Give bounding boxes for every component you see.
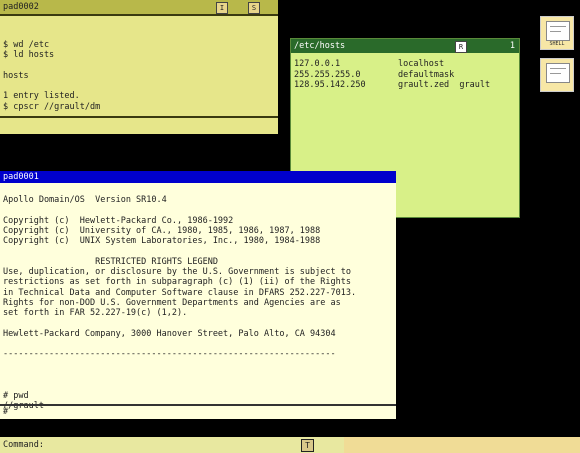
output-area [344, 437, 580, 453]
transcript-line: 1 entry listed. [3, 91, 80, 102]
transcript-line [3, 370, 356, 380]
transcript-line [3, 61, 100, 71]
transcript-line: # pwd [3, 390, 29, 401]
transcript-line: $ cpscr //grault/dm [3, 101, 101, 112]
transcript-line: Copyright (c) University of CA., 1980, 1… [3, 225, 321, 236]
transcript-line: RESTRICTED RIGHTS LEGEND [3, 256, 218, 267]
transcript-line: ----------------------------------------… [3, 349, 336, 360]
transcript-line: //grault [3, 401, 356, 411]
hosts-row: 255.255.255.0 defaultmask [294, 69, 454, 80]
host-names: grault.zed grault [398, 80, 491, 90]
transcript-line: Copyright (c) Hewlett-Packard Co., 1986-… [3, 215, 234, 226]
transcript-line: Rights for non-DOD U.S. Government Depar… [3, 297, 341, 308]
pad0001-window[interactable]: pad0001 Apollo Domain/OS Version SR10.4 C… [0, 171, 396, 419]
host-names: defaultmask [398, 69, 455, 80]
command-t-button[interactable]: T [301, 439, 314, 452]
transcript-line: hosts [3, 70, 29, 81]
transcript-line [3, 319, 356, 329]
pad0002-title: pad0002 [3, 2, 39, 12]
icon-label: SHELL [549, 41, 565, 47]
pad0001-title: pad0001 [3, 172, 39, 182]
transcript-line: $ ld hosts [3, 50, 55, 61]
host-ip: 128.95.142.250 [294, 80, 366, 90]
pad-icon[interactable] [540, 58, 574, 92]
pad0001-title-bar[interactable]: pad0001 [0, 171, 396, 183]
command-bar[interactable]: Command: T [0, 437, 580, 453]
hosts-title-bar[interactable]: /etc/hosts R 1 [291, 39, 519, 53]
pad0001-transcript: Apollo Domain/OS Version SR10.4 Copyright… [3, 195, 356, 411]
transcript-line: Apollo Domain/OS Version SR10.4 [3, 195, 167, 205]
transcript-line [3, 246, 356, 256]
pad0002-input-separator [0, 116, 278, 118]
document-icon [546, 21, 570, 41]
document-icon [546, 63, 570, 83]
transcript-line: in Technical Data and Computer Software … [3, 287, 357, 298]
pad0001-input-separator [0, 404, 396, 406]
transcript-line: Use, duplication, or disclosure by the U… [3, 267, 351, 278]
hosts-title: /etc/hosts [294, 41, 346, 51]
transcript-line [3, 380, 356, 390]
host-ip: 127.0.0.1 [294, 59, 341, 69]
pad0002-window[interactable]: pad0002 I S $ wd /etc $ ld hosts hosts 1 en… [0, 0, 278, 134]
read-only-flag[interactable]: R [455, 41, 467, 53]
transcript-line [3, 339, 356, 349]
pad0002-transcript: $ wd /etc $ ld hosts hosts 1 entry listed. $… [3, 40, 100, 112]
transcript-line [3, 81, 100, 91]
transcript-line: restrictions as set forth in subparagrap… [3, 277, 351, 288]
transcript-line: Hewlett-Packard Company, 3000 Hanover St… [3, 328, 336, 339]
transcript-line: $ wd /etc [3, 40, 50, 50]
transcript-line: Copyright (c) UNIX System Laboratories, … [3, 236, 321, 247]
pad0001-input-line[interactable]: # [3, 407, 8, 417]
hosts-row: 128.95.142.250 grault.zed grault [294, 80, 490, 90]
scroll-flag[interactable]: S [248, 2, 260, 14]
transcript-line [3, 360, 356, 370]
host-ip: 255.255.255.0 [294, 69, 361, 80]
hosts-row: 127.0.0.1 localhost [294, 59, 444, 69]
transcript-line [3, 205, 356, 215]
shell-icon[interactable]: SHELL [540, 16, 574, 50]
host-names: localhost [398, 59, 445, 69]
transcript-line: set forth in FAR 52.227-19(c) (1,2). [3, 308, 188, 319]
pad0002-title-bar[interactable]: pad0002 I S [0, 0, 278, 16]
command-label: Command: [3, 440, 44, 450]
insert-flag[interactable]: I [216, 2, 228, 14]
window-number: 1 [509, 41, 515, 51]
